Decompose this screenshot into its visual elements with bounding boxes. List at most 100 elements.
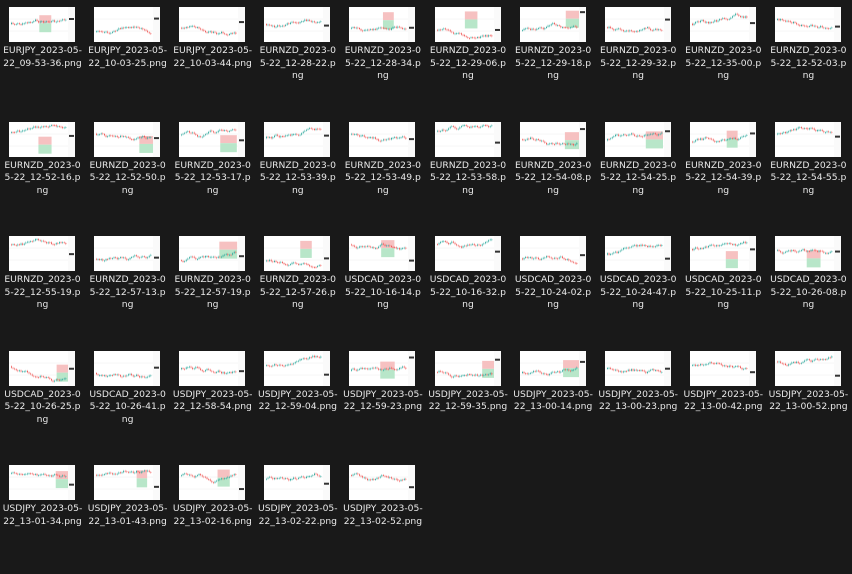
image-thumbnail-icon bbox=[179, 350, 246, 386]
file-item[interactable]: EURJPY_2023-05-22_09-53-36.png bbox=[0, 2, 85, 116]
file-name-label: USDJPY_2023-05-22_13-00-23.png bbox=[598, 388, 678, 413]
file-name-label: EURNZD_2023-05-22_12-29-32.png bbox=[600, 45, 677, 82]
image-thumbnail-icon bbox=[434, 121, 501, 157]
file-item[interactable]: USDCAD_2023-05-22_10-25-11.png bbox=[681, 231, 766, 345]
file-name-label: USDJPY_2023-05-22_13-00-42.png bbox=[683, 388, 764, 413]
file-name-label: USDCAD_2023-05-22_10-16-32.png bbox=[429, 274, 507, 311]
file-item[interactable]: USDJPY_2023-05-22_12-59-04.png bbox=[255, 346, 340, 460]
file-name-label: USDJPY_2023-05-22_13-01-43.png bbox=[87, 503, 168, 527]
file-name-label: EURNZD_2023-05-22_12-57-19.png bbox=[174, 274, 251, 311]
file-name-label: EURNZD_2023-05-22_12-54-25.png bbox=[600, 159, 677, 196]
image-thumbnail-icon bbox=[179, 236, 246, 271]
image-thumbnail-icon bbox=[434, 236, 501, 271]
file-item[interactable]: EURNZD_2023-05-22_12-53-39.png bbox=[255, 117, 340, 231]
file-item[interactable]: USDCAD_2023-05-22_10-26-25.png bbox=[0, 346, 85, 460]
file-item[interactable]: USDJPY_2023-05-22_12-59-23.png bbox=[340, 346, 425, 460]
file-item[interactable]: USDJPY_2023-05-22_13-01-43.png bbox=[85, 460, 170, 574]
file-name-label: EURNZD_2023-05-22_12-29-18.png bbox=[514, 45, 592, 82]
file-item[interactable]: USDCAD_2023-05-22_10-24-47.png bbox=[596, 231, 681, 345]
file-item[interactable]: EURJPY_2023-05-22_10-03-44.png bbox=[170, 2, 255, 116]
file-item[interactable]: USDCAD_2023-05-22_10-26-41.png bbox=[85, 346, 170, 460]
file-name-label: USDCAD_2023-05-22_10-26-08.png bbox=[770, 274, 847, 311]
image-thumbnail-icon bbox=[179, 465, 246, 500]
file-name-label: EURNZD_2023-05-22_12-53-39.png bbox=[259, 159, 336, 196]
file-item[interactable]: USDJPY_2023-05-22_13-00-23.png bbox=[596, 346, 681, 460]
image-thumbnail-icon bbox=[604, 121, 671, 157]
file-item[interactable]: EURNZD_2023-05-22_12-35-00.png bbox=[681, 2, 766, 116]
image-thumbnail-icon bbox=[434, 7, 501, 42]
file-item[interactable]: EURNZD_2023-05-22_12-54-08.png bbox=[511, 117, 596, 231]
image-thumbnail-icon bbox=[349, 350, 416, 386]
image-thumbnail-icon bbox=[774, 236, 841, 271]
file-item[interactable]: EURNZD_2023-05-22_12-29-18.png bbox=[511, 2, 596, 116]
file-item[interactable]: EURJPY_2023-05-22_10-03-25.png bbox=[85, 2, 170, 116]
file-name-label: USDJPY_2023-05-22_13-02-16.png bbox=[172, 503, 253, 527]
file-name-label: USDCAD_2023-05-22_10-16-14.png bbox=[344, 274, 422, 311]
file-item[interactable]: EURNZD_2023-05-22_12-29-32.png bbox=[596, 2, 681, 116]
file-item[interactable]: EURNZD_2023-05-22_12-53-58.png bbox=[426, 117, 511, 231]
file-item[interactable]: EURNZD_2023-05-22_12-57-19.png bbox=[170, 231, 255, 345]
file-item[interactable]: EURNZD_2023-05-22_12-54-39.png bbox=[681, 117, 766, 231]
image-thumbnail-icon bbox=[94, 121, 161, 157]
file-name-label: USDJPY_2023-05-22_13-00-14.png bbox=[513, 388, 593, 413]
image-thumbnail-icon bbox=[264, 465, 331, 500]
image-thumbnail-icon bbox=[519, 121, 586, 157]
file-item[interactable]: EURNZD_2023-05-22_12-57-13.png bbox=[85, 231, 170, 345]
image-thumbnail-icon bbox=[774, 350, 841, 386]
file-name-label: EURJPY_2023-05-22_10-03-25.png bbox=[88, 45, 168, 69]
image-thumbnail-icon bbox=[94, 350, 161, 386]
file-item[interactable]: USDJPY_2023-05-22_13-00-52.png bbox=[766, 346, 851, 460]
file-item[interactable]: USDJPY_2023-05-22_13-02-52.png bbox=[340, 460, 425, 574]
file-item[interactable]: EURNZD_2023-05-22_12-54-25.png bbox=[596, 117, 681, 231]
image-thumbnail-icon bbox=[519, 236, 586, 271]
file-item[interactable]: EURNZD_2023-05-22_12-53-17.png bbox=[170, 117, 255, 231]
image-thumbnail-icon bbox=[9, 7, 75, 42]
file-name-label: USDJPY_2023-05-22_13-00-52.png bbox=[768, 388, 849, 413]
image-thumbnail-icon bbox=[9, 121, 75, 157]
file-name-label: EURNZD_2023-05-22_12-53-58.png bbox=[429, 159, 507, 196]
file-name-label: USDJPY_2023-05-22_12-58-54.png bbox=[172, 388, 253, 413]
file-item[interactable]: USDCAD_2023-05-22_10-16-32.png bbox=[426, 231, 511, 345]
file-item[interactable]: USDJPY_2023-05-22_13-02-16.png bbox=[170, 460, 255, 574]
file-name-label: EURNZD_2023-05-22_12-54-39.png bbox=[685, 159, 762, 196]
file-name-label: USDJPY_2023-05-22_12-59-04.png bbox=[258, 388, 338, 413]
file-name-label: USDJPY_2023-05-22_13-02-22.png bbox=[258, 503, 338, 527]
image-thumbnail-icon bbox=[9, 465, 75, 500]
file-item[interactable]: EURNZD_2023-05-22_12-28-34.png bbox=[340, 2, 425, 116]
image-thumbnail-icon bbox=[689, 350, 756, 386]
image-thumbnail-icon bbox=[349, 7, 416, 42]
file-item[interactable]: USDCAD_2023-05-22_10-16-14.png bbox=[340, 231, 425, 345]
image-thumbnail-icon bbox=[604, 7, 671, 42]
image-thumbnail-icon bbox=[604, 236, 671, 271]
file-item[interactable]: EURNZD_2023-05-22_12-54-55.png bbox=[766, 117, 851, 231]
file-item[interactable]: EURNZD_2023-05-22_12-52-03.png bbox=[766, 2, 851, 116]
file-item[interactable]: USDJPY_2023-05-22_13-00-42.png bbox=[681, 346, 766, 460]
file-name-label: EURNZD_2023-05-22_12-28-34.png bbox=[344, 45, 422, 82]
file-item[interactable]: EURNZD_2023-05-22_12-28-22.png bbox=[255, 2, 340, 116]
file-item[interactable]: USDJPY_2023-05-22_13-01-34.png bbox=[0, 460, 85, 574]
file-item[interactable]: USDJPY_2023-05-22_13-02-22.png bbox=[255, 460, 340, 574]
file-item[interactable]: EURNZD_2023-05-22_12-57-26.png bbox=[255, 231, 340, 345]
file-item[interactable]: EURNZD_2023-05-22_12-29-06.png bbox=[426, 2, 511, 116]
file-item[interactable]: EURNZD_2023-05-22_12-53-49.png bbox=[340, 117, 425, 231]
file-item[interactable]: EURNZD_2023-05-22_12-52-50.png bbox=[85, 117, 170, 231]
image-thumbnail-icon bbox=[519, 350, 586, 386]
image-thumbnail-icon bbox=[604, 350, 671, 386]
file-name-label: EURNZD_2023-05-22_12-28-22.png bbox=[259, 45, 336, 82]
file-item[interactable]: USDJPY_2023-05-22_12-58-54.png bbox=[170, 346, 255, 460]
image-thumbnail-icon bbox=[264, 7, 331, 42]
image-thumbnail-icon bbox=[689, 7, 756, 42]
image-thumbnail-icon bbox=[349, 121, 416, 157]
file-name-label: USDJPY_2023-05-22_13-01-34.png bbox=[2, 503, 83, 527]
file-item[interactable]: USDCAD_2023-05-22_10-26-08.png bbox=[766, 231, 851, 345]
file-name-label: EURNZD_2023-05-22_12-52-50.png bbox=[89, 159, 166, 196]
file-name-label: EURNZD_2023-05-22_12-54-55.png bbox=[770, 159, 847, 196]
file-item[interactable]: USDCAD_2023-05-22_10-24-02.png bbox=[511, 231, 596, 345]
file-item[interactable]: USDJPY_2023-05-22_12-59-35.png bbox=[426, 346, 511, 460]
image-thumbnail-icon bbox=[264, 121, 331, 157]
file-item[interactable]: EURNZD_2023-05-22_12-52-16.png bbox=[0, 117, 85, 231]
file-name-label: EURNZD_2023-05-22_12-57-26.png bbox=[259, 274, 336, 311]
file-item[interactable]: USDJPY_2023-05-22_13-00-14.png bbox=[511, 346, 596, 460]
file-item[interactable]: EURNZD_2023-05-22_12-55-19.png bbox=[0, 231, 85, 345]
image-thumbnail-icon bbox=[9, 236, 75, 271]
